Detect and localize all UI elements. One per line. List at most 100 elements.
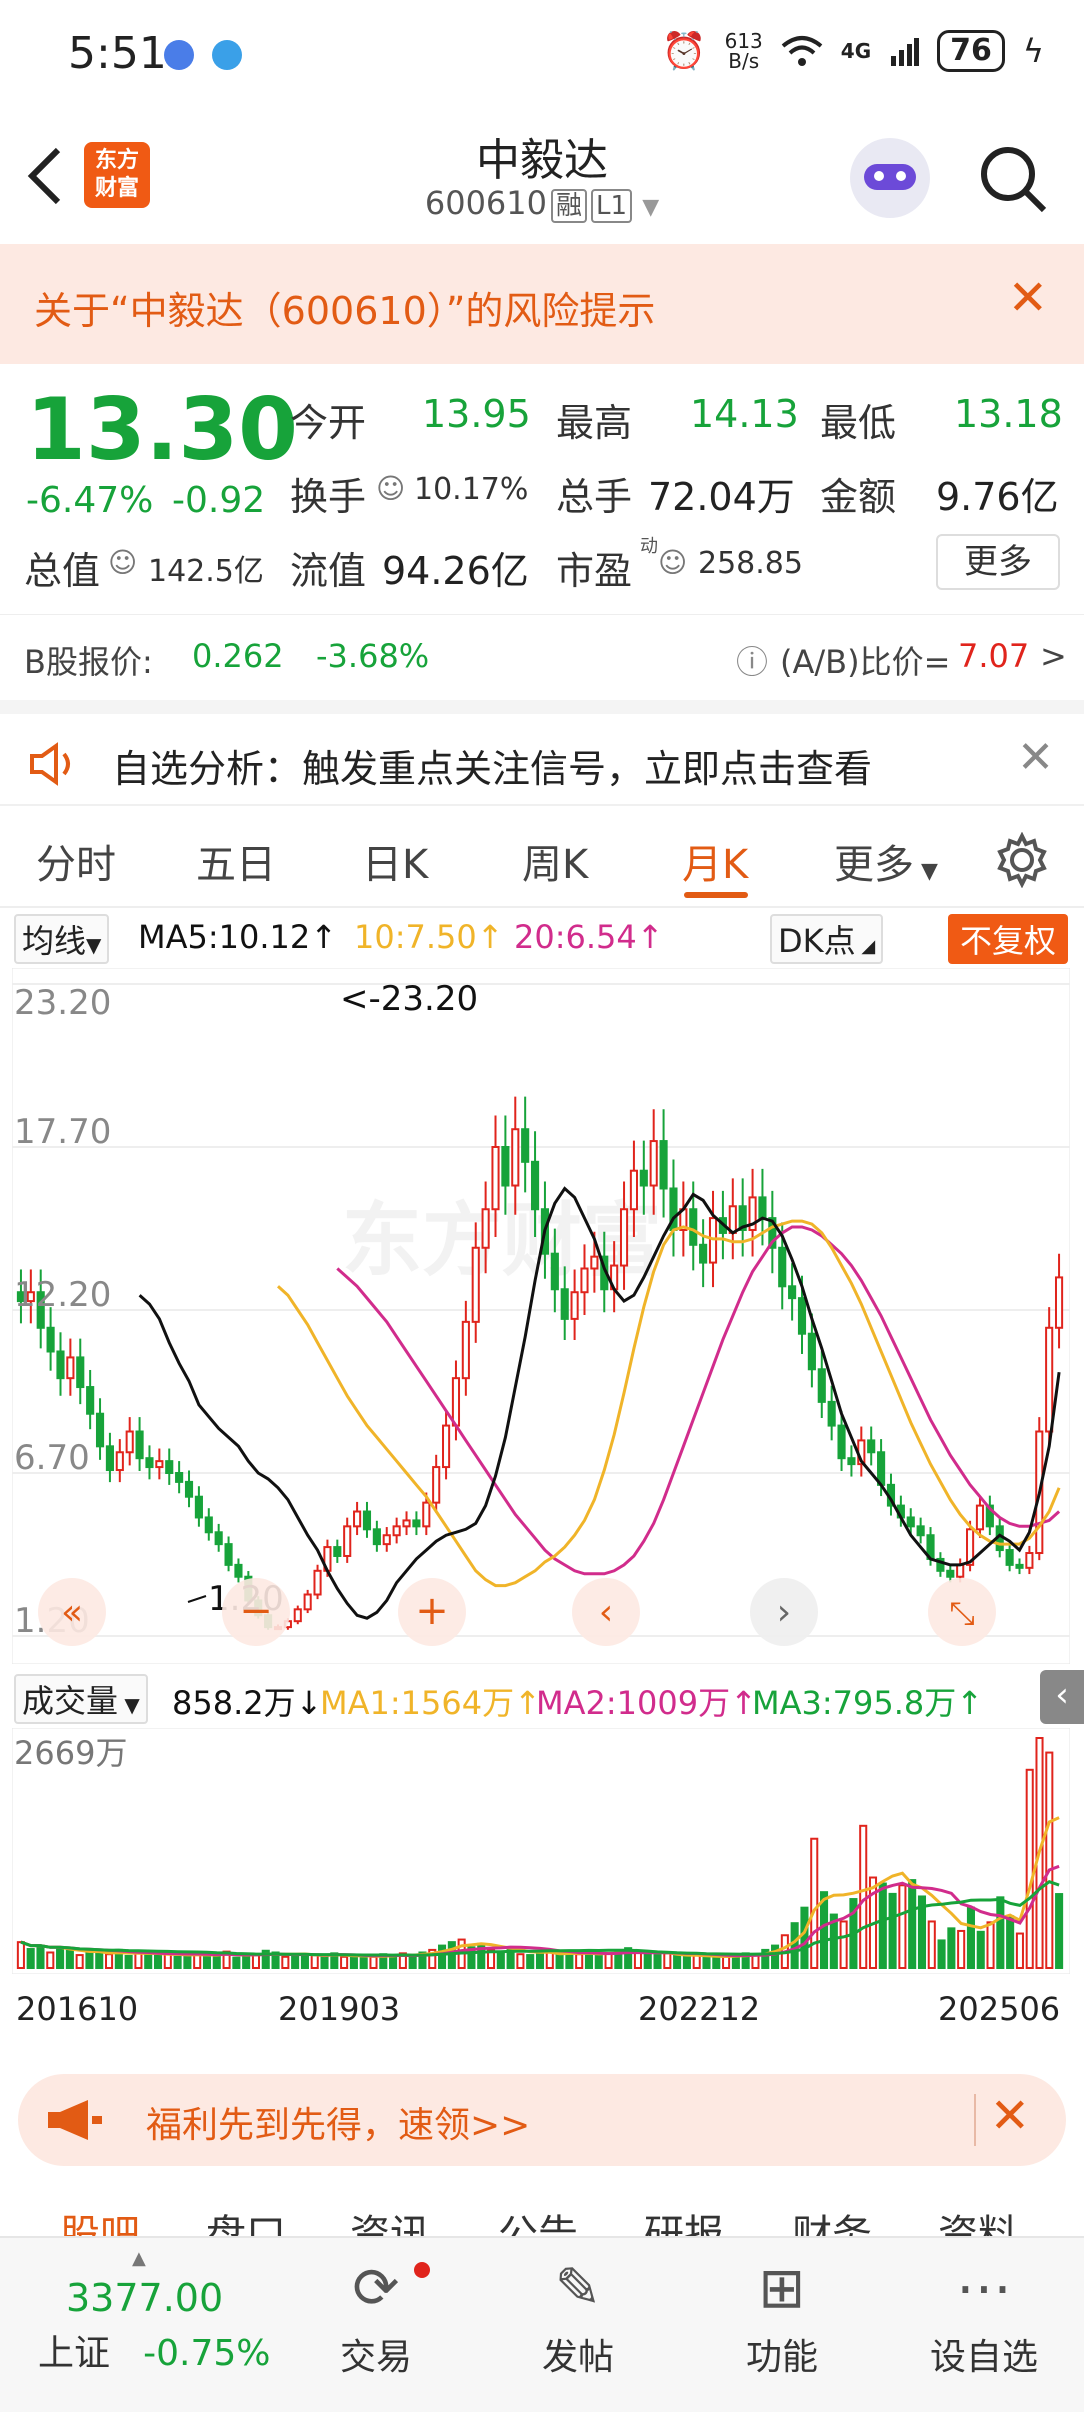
volume-bar [16,1941,25,1969]
tab-more-label: 更多 [834,842,914,888]
chevron-right-icon[interactable]: > [1040,637,1067,675]
settings-gear-icon[interactable] [994,832,1050,888]
nav-functions-label: 功能 [745,2337,818,2378]
adjustment-button[interactable]: 不复权 [947,914,1068,964]
candle-body [530,1160,540,1211]
low-value: 13.18 [954,392,1063,436]
volume-selector[interactable]: 成交量 ▼ [14,1674,148,1724]
candle-body [699,1243,708,1264]
close-icon[interactable]: ✕ [990,2088,1030,2144]
info-icon[interactable]: ☺ [108,546,137,579]
chevron-right-icon: › [777,1592,791,1633]
more-button[interactable]: 更多 [936,534,1060,590]
index-value: 3377.00 [66,2276,224,2320]
margin-tag: 融 [551,189,588,223]
candle-body [451,1377,461,1427]
nav-add-watchlist[interactable]: ⋯ 设自选 [914,2254,1054,2380]
tab-financials[interactable]: 财务 [792,2202,872,2236]
close-icon[interactable]: ✕ [1008,270,1048,326]
index-ticker[interactable]: ▲ 3377.00 上证 -0.75% [24,2248,284,2376]
nav-trade-label: 交易 [339,2337,412,2378]
volume-selector-label: 成交量 [22,1682,119,1720]
ma5-value: MA5:10.12↑ [138,918,338,956]
analysis-text[interactable]: 自选分析：触发重点关注信号，立即点击查看 [112,738,872,793]
risk-warning-text[interactable]: 关于“中毅达（600610）”的风险提示 [34,280,655,335]
x-tick: 201610 [16,1990,139,2028]
candle-body [175,1472,184,1483]
index-change: -0.75% [143,2333,271,2374]
dk-point-selector[interactable]: DK点 ◢ [770,914,884,964]
tab-monthly-k[interactable]: 月K [682,832,748,890]
volume-bar [75,1954,84,1969]
tab-intraday[interactable]: 分时 [36,832,116,890]
candle-body [293,1608,302,1623]
search-icon[interactable] [978,144,1048,214]
signal-icon [891,38,920,66]
tab-more[interactable]: 更多 ▼ [834,832,938,890]
b-share-row[interactable]: B股报价: 0.262 -3.68% ⓘ (A/B)比价= 7.07 > [0,614,1084,694]
volume-value: 858.2万↓ [172,1684,323,1722]
pe-dynamic-mark: 动 [640,536,658,557]
volume-bar [878,1882,887,1969]
candle-body [402,1519,411,1528]
edit-icon: ✎ [554,2256,602,2321]
change-percent: -6.47% [26,480,154,521]
tab-order-book[interactable]: 盘口 [206,2202,286,2236]
detail-tabs: 股吧 盘口 资讯 公告 研报 财务 资料 [0,2196,1084,2236]
promo-text[interactable]: 福利先到先得，速领>> [146,2096,530,2148]
tab-news[interactable]: 资讯 [350,2202,430,2236]
candle-body [343,1525,352,1557]
bottom-nav: ▲ 3377.00 上证 -0.75% ⟳ 交易 ✎ 发帖 ⊞ 功能 ⋯ 设自选 [0,2236,1084,2412]
assistant-robot-icon[interactable] [850,138,930,218]
candle-body [204,1516,213,1534]
candle-body [906,1516,915,1528]
volume-bar [173,1955,182,1969]
volume-bar [555,1954,564,1969]
volume-bar [937,1939,946,1970]
tab-weekly-k[interactable]: 周K [522,832,588,890]
tab-announcements[interactable]: 公告 [498,2202,578,2236]
nav-functions[interactable]: ⊞ 功能 [712,2254,852,2380]
kline-chart[interactable]: 东方财富 23.2017.7012.206.701.20 <-23.20 1.2… [12,968,1070,1664]
volume-bar [320,1954,329,1970]
dropdown-triangle-icon: ▼ [86,933,102,957]
volume-chart[interactable]: 2669万 [12,1728,1070,1974]
tab-daily-k[interactable]: 日K [362,832,428,890]
tab-forum[interactable]: 股吧 [60,2202,140,2236]
tab-research[interactable]: 研报 [644,2202,724,2236]
candle-body [867,1439,876,1454]
volume-ma1: MA1:1564万↑ [320,1684,541,1722]
promo-banner[interactable]: 福利先到先得，速领>> ✕ [18,2074,1066,2166]
ma-selector[interactable]: 均线▼ [14,914,110,964]
candle-body [86,1386,95,1415]
info-icon[interactable]: ☺ [658,546,687,579]
candle-body [639,1169,648,1187]
info-icon[interactable]: ☺ [376,472,405,505]
candle-body [728,1205,737,1234]
collapse-panel-icon[interactable]: ‹ [1040,1670,1084,1724]
back-arrow-icon[interactable] [24,146,64,206]
close-icon[interactable]: ✕ [1017,732,1054,783]
volume-bar [134,1951,143,1969]
tab-profile[interactable]: 资料 [938,2202,1018,2236]
risk-warning-banner[interactable]: 关于“中毅达（600610）”的风险提示 ✕ [0,244,1084,364]
status-time: 5:51 [68,28,167,79]
question-icon[interactable]: ⓘ [736,637,768,683]
watchlist-analysis-bar[interactable]: 自选分析：触发重点关注信号，立即点击查看 ✕ [0,700,1084,806]
eastmoney-logo[interactable]: 东方 财富 [84,142,150,208]
nav-trade[interactable]: ⟳ 交易 [306,2254,446,2380]
logo-text-2: 财富 [94,176,139,201]
volume-bar [771,1944,780,1969]
float-cap-label: 流值 [290,549,367,593]
turnover-label: 换手 [290,475,367,519]
tab-five-day[interactable]: 五日 [196,832,276,890]
caret-up-icon: ▲ [132,2248,146,2269]
x-axis: 201610 201903 202212 202506 [0,1976,1084,2036]
candle-body [758,1196,767,1220]
y-tick-label: 23.20 [14,983,111,1023]
volume-bar [242,1954,251,1970]
ab-ratio-value: 7.07 [958,637,1030,675]
nav-post[interactable]: ✎ 发帖 [508,2254,648,2380]
grid-icon: ⊞ [758,2256,806,2321]
ab-ratio-label: (A/B)比价= [780,643,951,681]
